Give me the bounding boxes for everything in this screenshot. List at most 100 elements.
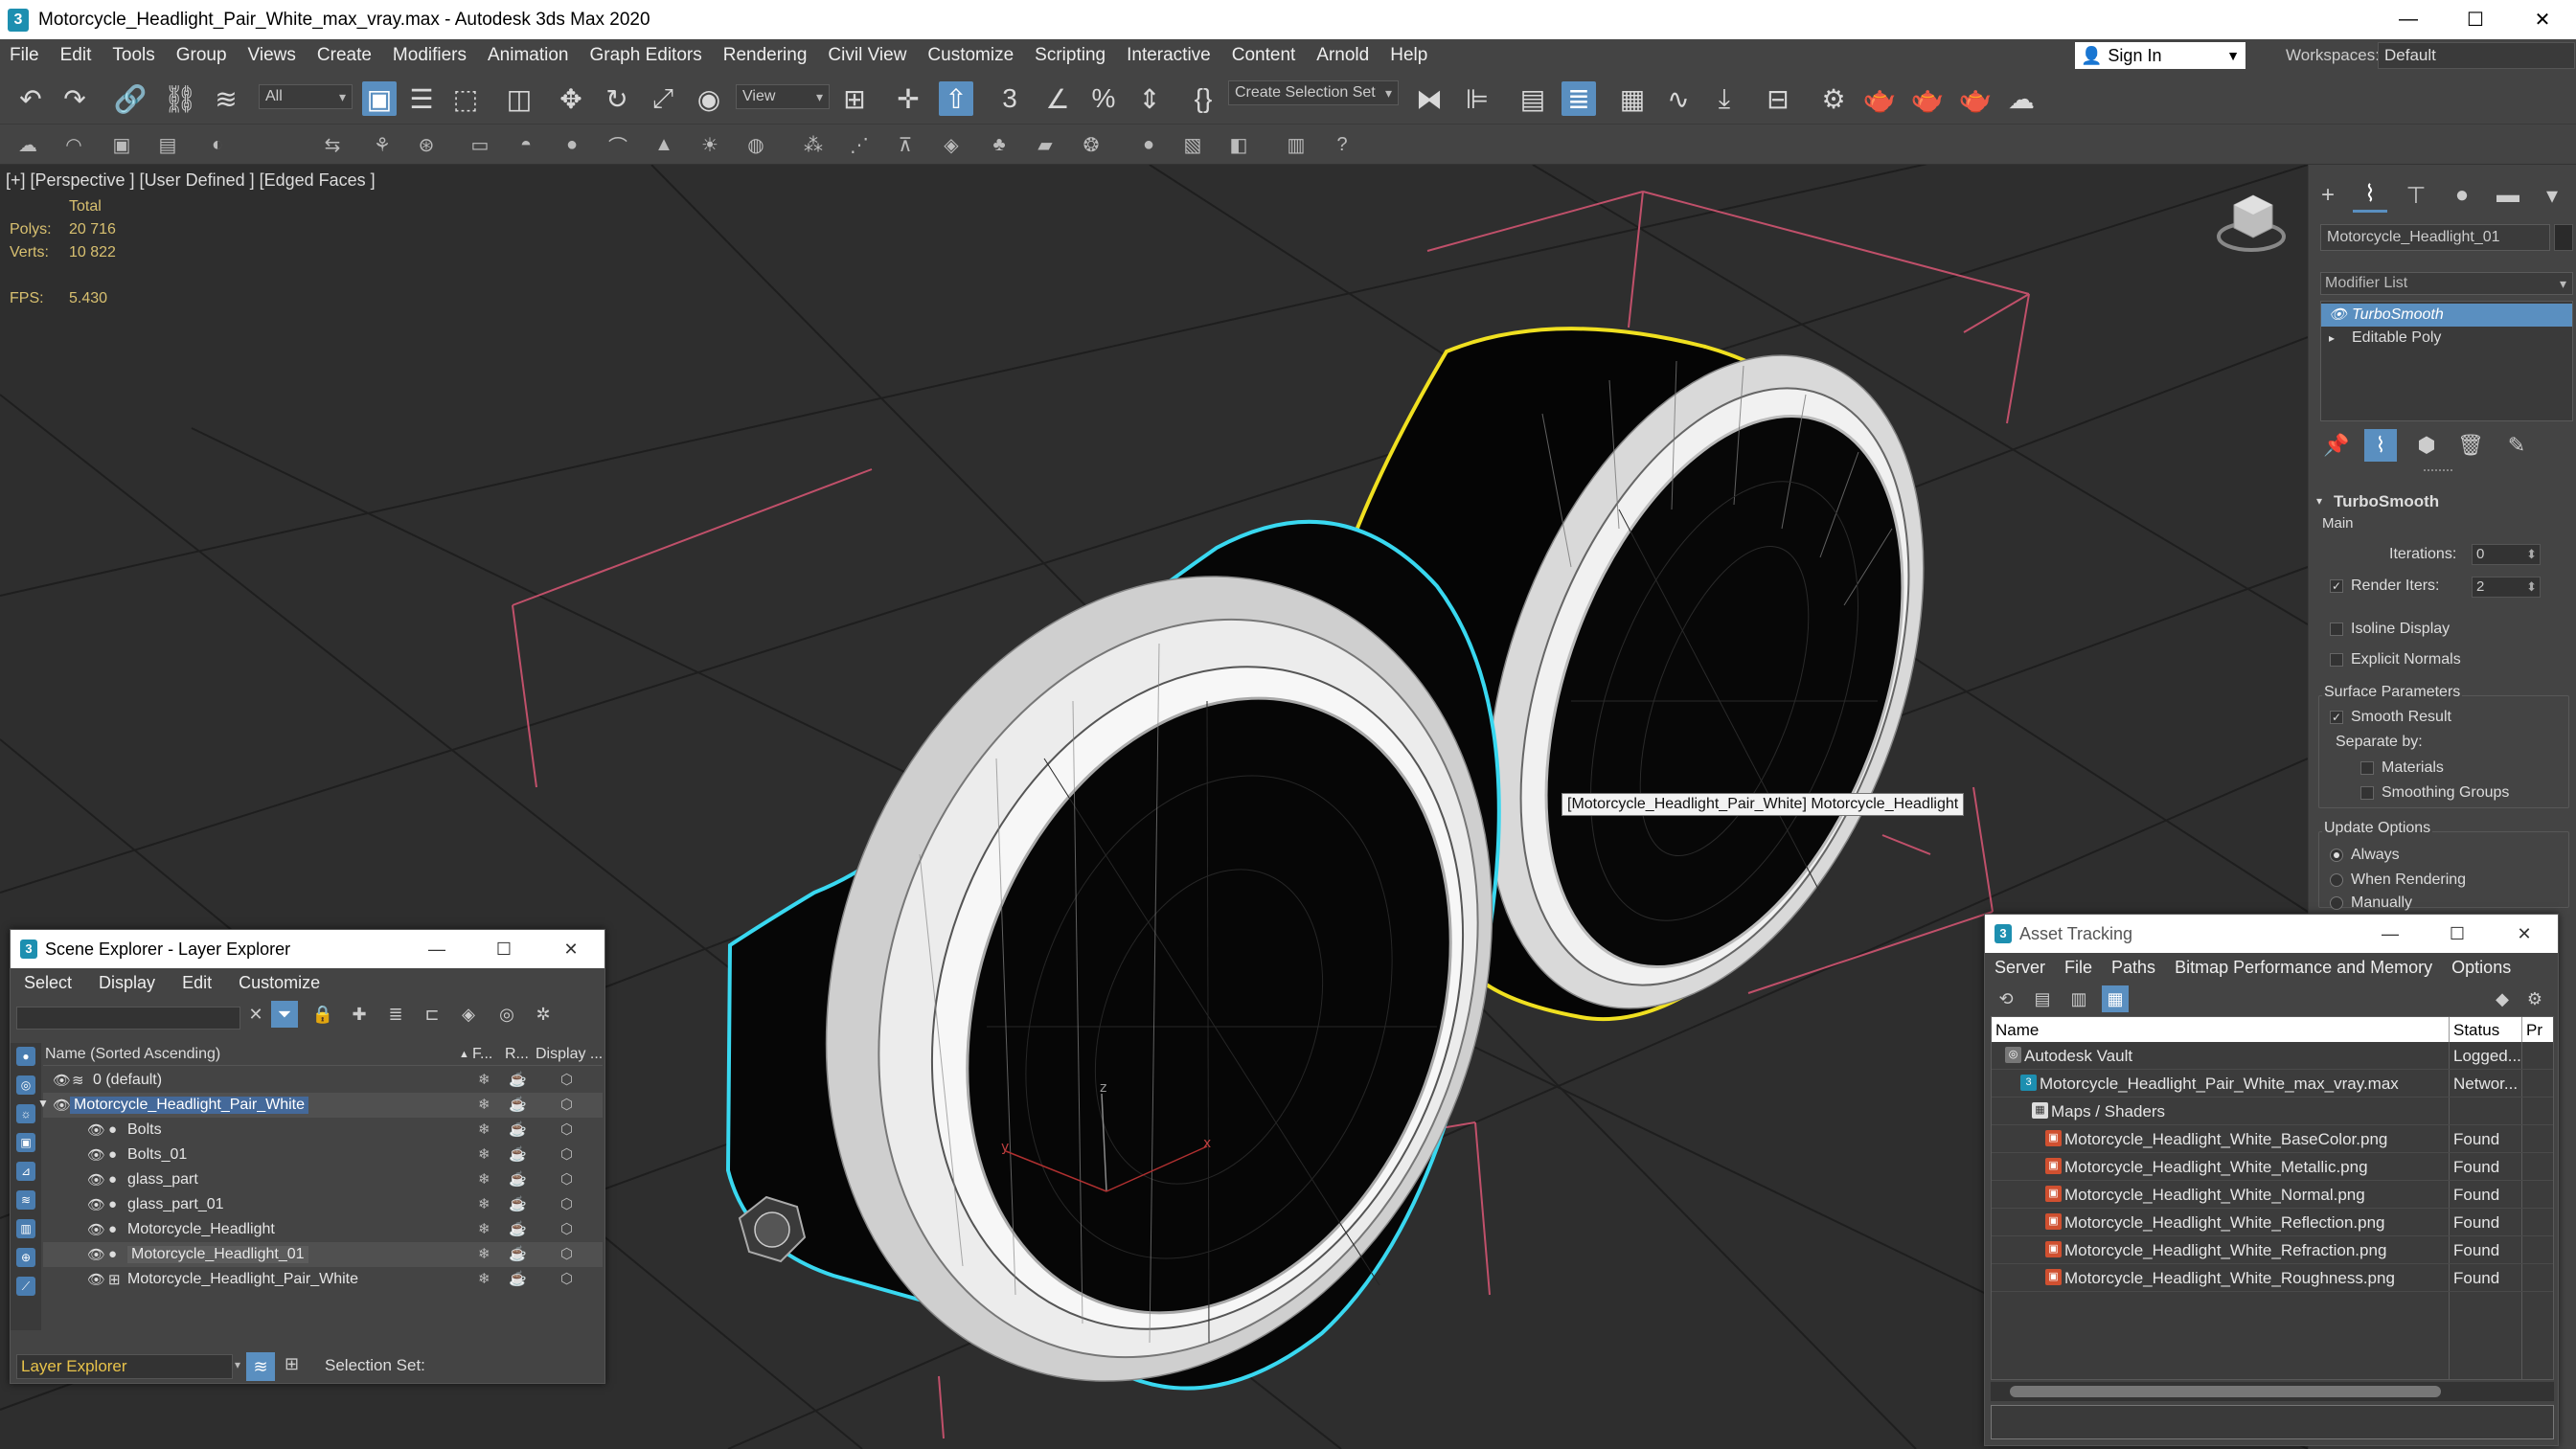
layers-icon[interactable]: ◈ xyxy=(455,1001,482,1028)
table-row[interactable]: ◎ Autodesk Vault Logged... xyxy=(1992,1042,2553,1070)
minimize-button[interactable]: — xyxy=(403,930,470,968)
scene-explorer-titlebar[interactable]: 3 Scene Explorer - Layer Explorer — ☐ ✕ xyxy=(11,930,604,968)
toggle-layer-explorer-icon[interactable]: ≣ xyxy=(1562,81,1596,116)
close-button[interactable]: ✕ xyxy=(537,930,604,968)
display-spacewarps-icon[interactable]: ≋ xyxy=(16,1190,35,1210)
table-row[interactable]: ▣ Motorcycle_Headlight_White_Refraction.… xyxy=(1992,1236,2553,1264)
expand-triangle-icon[interactable]: ▸ xyxy=(2329,327,2335,350)
angle-snap-icon[interactable]: ∠ xyxy=(1040,81,1075,116)
render-teapot-icon[interactable]: ☕ xyxy=(509,1245,527,1262)
display-shapes-icon[interactable]: ◎ xyxy=(16,1075,35,1095)
dope-sheet-icon[interactable]: ⤓ xyxy=(1707,81,1742,116)
curve-editor-icon[interactable]: ∿ xyxy=(1661,81,1696,116)
info-icon[interactable]: ◆ xyxy=(2489,985,2516,1012)
edit-named-selection-icon[interactable]: {} xyxy=(1186,81,1220,116)
spinner-snap-icon[interactable]: ⇕ xyxy=(1132,81,1167,116)
menu-interactive[interactable]: Interactive xyxy=(1117,45,1222,66)
display-bones-icon[interactable]: ⟋ xyxy=(16,1277,35,1296)
bind-space-warp-icon[interactable]: ≋ xyxy=(209,81,243,116)
help-icon[interactable]: ? xyxy=(1330,132,1355,157)
render-teapot-icon[interactable]: ☕ xyxy=(509,1121,527,1138)
menu-animation[interactable]: Animation xyxy=(478,45,581,66)
display-box-icon[interactable]: ⬡ xyxy=(560,1220,573,1237)
freeze-icon[interactable]: ❄ xyxy=(478,1270,490,1287)
vray-lister-icon[interactable]: ▥ xyxy=(1284,132,1309,157)
maximize-button[interactable]: ☐ xyxy=(2424,915,2491,953)
render-iters-spinner[interactable]: 2 xyxy=(2472,577,2541,598)
dome-light-icon[interactable]: ◓ xyxy=(513,132,538,157)
eye-icon[interactable]: 👁 xyxy=(53,1072,71,1089)
menu-bitmap-performance[interactable]: Bitmap Performance and Memory xyxy=(2165,958,2442,978)
column-name[interactable]: Name (Sorted Ascending) xyxy=(45,1046,220,1063)
eye-icon[interactable]: 👁 xyxy=(87,1271,105,1288)
table-row[interactable]: ▣ Motorcycle_Headlight_White_Normal.png … xyxy=(1992,1181,2553,1209)
rollout-collapse-icon[interactable]: ▾ xyxy=(2316,494,2322,508)
filter-icon[interactable]: ⏷ xyxy=(271,1001,298,1028)
vray-fur-icon[interactable]: ⁂ xyxy=(801,132,826,157)
motion-tab-icon[interactable]: ● xyxy=(2445,178,2479,213)
select-object-icon[interactable]: ▣ xyxy=(362,81,397,116)
modify-tab-icon[interactable]: ⌇ xyxy=(2353,178,2387,213)
mirror-icon[interactable]: ⧓ xyxy=(1412,81,1447,116)
close-button[interactable]: ✕ xyxy=(2491,915,2558,953)
display-tab-icon[interactable]: ▬ xyxy=(2491,178,2525,213)
isoline-display-checkbox[interactable] xyxy=(2330,623,2343,636)
display-box-icon[interactable]: ⬡ xyxy=(560,1071,573,1088)
settings-icon[interactable]: ⚙ xyxy=(2521,985,2548,1012)
table-row[interactable]: ▼ 👁 Motorcycle_Headlight_Pair_White ❄ ☕ … xyxy=(37,1093,603,1118)
eye-icon[interactable]: 👁 xyxy=(87,1246,105,1263)
window-crossing-icon[interactable]: ◫ xyxy=(502,81,536,116)
modifier-list-dropdown[interactable]: Modifier List xyxy=(2320,272,2573,295)
render-production-icon[interactable]: 🫖 xyxy=(1958,81,1993,116)
select-by-name-icon[interactable]: ☰ xyxy=(404,81,439,116)
column-status[interactable]: Status xyxy=(2453,1021,2499,1040)
display-box-icon[interactable]: ⬡ xyxy=(560,1245,573,1262)
search-input[interactable] xyxy=(16,1007,240,1030)
render-teapot-icon[interactable]: ☕ xyxy=(509,1145,527,1163)
vray-render-icon[interactable]: ▤ xyxy=(155,132,180,157)
unlink-icon[interactable]: ⛓ xyxy=(163,81,197,116)
expand-triangle-icon[interactable]: ▼ xyxy=(37,1097,49,1110)
eye-icon[interactable]: 👁 xyxy=(2329,304,2347,327)
display-box-icon[interactable]: ⬡ xyxy=(560,1195,573,1212)
render-iters-checkbox[interactable]: ✓ xyxy=(2330,579,2343,593)
vray-frame-buffer-icon[interactable]: ▣ xyxy=(109,132,134,157)
vray-volume-icon[interactable]: ◈ xyxy=(939,132,964,157)
display-box-icon[interactable]: ⬡ xyxy=(560,1096,573,1113)
object-name-field[interactable]: Motorcycle_Headlight_01 xyxy=(2320,224,2550,251)
vray-decal-icon[interactable]: ▰ xyxy=(1033,132,1058,157)
render-teapot-icon[interactable]: ☕ xyxy=(509,1270,527,1287)
object-color-swatch[interactable] xyxy=(2554,224,2573,251)
menu-paths[interactable]: Paths xyxy=(2102,958,2165,978)
display-helpers-icon[interactable]: ⊿ xyxy=(16,1162,35,1181)
turbosmooth-rollout-title[interactable]: TurboSmooth xyxy=(2334,492,2439,511)
maximize-button[interactable]: ☐ xyxy=(2442,0,2509,39)
table-row[interactable]: ▣ Motorcycle_Headlight_White_Roughness.p… xyxy=(1992,1264,2553,1292)
menu-help[interactable]: Help xyxy=(1380,45,1439,66)
rectangular-selection-icon[interactable]: ⬚ xyxy=(448,81,483,116)
remove-modifier-icon[interactable]: 🗑 xyxy=(2454,429,2487,462)
render-teapot-icon[interactable]: ☕ xyxy=(509,1096,527,1113)
plane-light-icon[interactable]: ▭ xyxy=(467,132,492,157)
menu-edit[interactable]: Edit xyxy=(51,45,103,66)
fur-icon[interactable]: ⚘ xyxy=(370,132,395,157)
close-button[interactable]: ✕ xyxy=(2509,0,2576,39)
table-row[interactable]: 👁 ● Bolts_01 ❄ ☕ ⬡ xyxy=(43,1143,603,1167)
sign-in-dropdown[interactable]: 👤 Sign In ▼ xyxy=(2075,42,2245,69)
sky-icon[interactable]: ◠ xyxy=(61,132,86,157)
table-row[interactable]: ▣ Motorcycle_Headlight_White_Reflection.… xyxy=(1992,1209,2553,1236)
table-row[interactable]: ▣ Motorcycle_Headlight_White_Metallic.pn… xyxy=(1992,1153,2553,1181)
table-row[interactable]: ▦ Maps / Shaders xyxy=(1992,1098,2553,1125)
display-geometry-icon[interactable]: ● xyxy=(16,1047,35,1066)
freeze-icon[interactable]: ❄ xyxy=(478,1245,490,1262)
menu-options[interactable]: Options xyxy=(2442,958,2520,978)
keyboard-shortcut-override-icon[interactable]: ⇧ xyxy=(939,81,973,116)
percent-snap-icon[interactable]: % xyxy=(1086,81,1121,116)
settings-icon[interactable]: ✲ xyxy=(530,1001,557,1028)
eye-icon[interactable]: 👁 xyxy=(53,1097,71,1114)
menu-graph-editors[interactable]: Graph Editors xyxy=(581,45,714,66)
scale-icon[interactable]: ⤢ xyxy=(646,81,680,116)
link-icon[interactable]: 🔗 xyxy=(113,81,148,116)
material-editor-icon[interactable]: ⚙ xyxy=(1816,81,1851,116)
menu-arnold[interactable]: Arnold xyxy=(1307,45,1380,66)
